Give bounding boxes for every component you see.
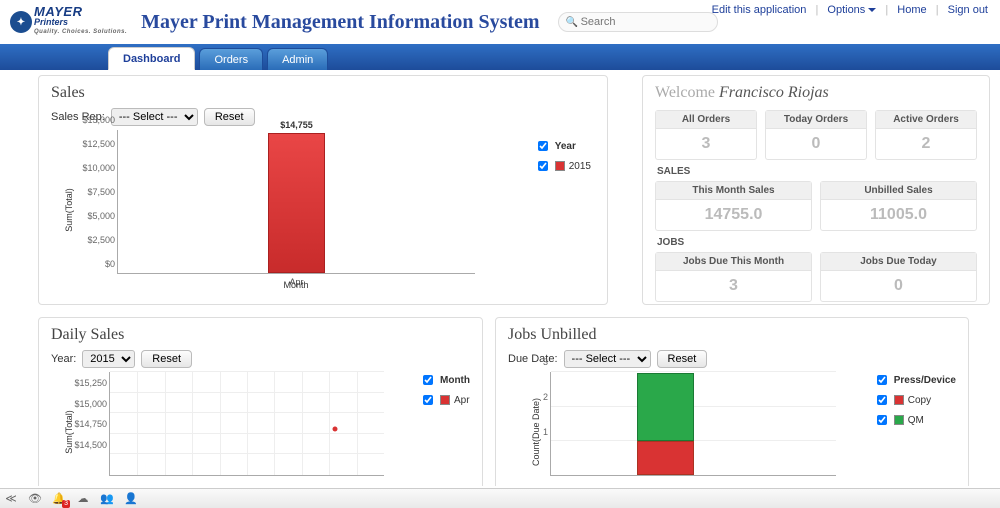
tab-admin[interactable]: Admin (267, 48, 328, 70)
page-header: ✦ MAYER Printers Quality. Choices. Solut… (10, 2, 990, 42)
year-label: Year: (51, 353, 76, 365)
sales-y-tick: $2,500 (87, 235, 115, 245)
legend-year-label: Year (555, 141, 576, 152)
tab-dashboard[interactable]: Dashboard (108, 47, 195, 70)
legend-swatch-icon (894, 395, 904, 405)
user-icon[interactable]: 👤 (124, 492, 138, 506)
sales-legend: Year 2015 (534, 138, 591, 178)
daily-y-tick: $14,500 (74, 440, 107, 450)
jobs-y-tick: 1 (543, 427, 548, 437)
due-date-select[interactable]: --- Select --- (564, 350, 651, 368)
stat-active-orders[interactable]: Active Orders2 (875, 110, 977, 160)
sales-y-tick: $7,500 (87, 187, 115, 197)
legend-2015-label: 2015 (569, 161, 591, 172)
legend-press-checkbox[interactable] (877, 375, 887, 385)
sales-chart: Sum(Total) $0 $2,500 $5,000 $7,500 $10,0… (51, 130, 595, 290)
jobs-chart: Count(Due Date) 1 2 3 Press/Device Copy … (508, 372, 956, 486)
legend-copy-checkbox[interactable] (877, 395, 887, 405)
year-select[interactable]: 2015 (82, 350, 135, 368)
legend-press-label: Press/Device (894, 375, 956, 386)
legend-month-label: Month (440, 375, 470, 386)
legend-month-checkbox[interactable] (423, 375, 433, 385)
daily-reset-button[interactable]: Reset (141, 350, 192, 368)
sales-x-axis-label: Month (117, 280, 475, 290)
jobs-unbilled-title: Jobs Unbilled (508, 326, 956, 344)
daily-y-tick: $14,750 (74, 419, 107, 429)
sales-y-tick: $15,000 (82, 115, 115, 125)
alerts-badge: 3 (62, 500, 70, 508)
app-title: Mayer Print Management Information Syste… (141, 11, 539, 34)
daily-y-tick: $15,250 (74, 378, 107, 388)
stat-all-orders[interactable]: All Orders3 (655, 110, 757, 160)
main-navbar: Dashboard Orders Admin (0, 44, 1000, 70)
logo-tagline: Quality. Choices. Solutions. (34, 27, 127, 37)
users-icon[interactable]: 👥 (100, 492, 114, 506)
sales-panel-title: Sales (51, 84, 595, 102)
sales-bar-label: $14,755 (268, 120, 325, 130)
jobs-y-tick: 3 (543, 357, 548, 367)
daily-chart: Sum(Total) $14,500 $14,750 $15,000 $15,2… (51, 372, 470, 486)
daily-legend: Month Apr (419, 372, 470, 412)
stat-unbilled-sales[interactable]: Unbilled Sales11005.0 (820, 181, 977, 231)
sales-bar-apr[interactable] (268, 133, 325, 273)
sales-panel: Sales Sales Rep: --- Select --- Reset Su… (38, 75, 608, 305)
stat-today-orders[interactable]: Today Orders0 (765, 110, 867, 160)
sales-y-tick: $0 (105, 259, 115, 269)
sales-rep-select[interactable]: --- Select --- (111, 108, 198, 126)
jobs-bar-qm[interactable] (637, 373, 694, 441)
jobs-bar-copy[interactable] (637, 441, 694, 475)
stat-month-sales[interactable]: This Month Sales14755.0 (655, 181, 812, 231)
logo: ✦ MAYER Printers Quality. Choices. Solut… (10, 7, 127, 37)
bottom-toolbar: ≪ 👁 🔔3 ☁ 👥 👤 (0, 488, 1000, 508)
daily-sales-panel: Daily Sales Year: 2015 Reset Sum(Total) … (38, 317, 483, 486)
legend-swatch-icon (440, 395, 450, 405)
sales-y-tick: $12,500 (82, 139, 115, 149)
sales-reset-button[interactable]: Reset (204, 108, 255, 126)
jobs-y-tick: 2 (543, 392, 548, 402)
cloud-icon[interactable]: ☁ (76, 492, 90, 506)
legend-apr-label: Apr (454, 395, 470, 406)
logo-name-top: MAYER (34, 7, 127, 17)
legend-year-checkbox[interactable] (538, 141, 548, 151)
stat-jobs-today[interactable]: Jobs Due Today0 (820, 252, 977, 302)
jobs-legend: Press/Device Copy QM (873, 372, 956, 432)
jobs-unbilled-panel: Jobs Unbilled Due Date: --- Select --- R… (495, 317, 969, 486)
due-date-label: Due Date: (508, 353, 558, 365)
tab-orders[interactable]: Orders (199, 48, 263, 70)
search-input[interactable] (558, 12, 718, 32)
daily-y-tick: $15,000 (74, 399, 107, 409)
legend-apr-checkbox[interactable] (423, 395, 433, 405)
sales-y-tick: $5,000 (87, 211, 115, 221)
legend-2015-checkbox[interactable] (538, 161, 548, 171)
welcome-panel: Welcome Francisco Riojas All Orders3 Tod… (642, 75, 990, 305)
welcome-jobs-heading: JOBS (657, 237, 977, 248)
stat-jobs-month[interactable]: Jobs Due This Month3 (655, 252, 812, 302)
welcome-sales-heading: SALES (657, 166, 977, 177)
legend-copy-label: Copy (908, 395, 931, 406)
legend-qm-label: QM (908, 415, 924, 426)
legend-swatch-icon (555, 161, 565, 171)
daily-data-point[interactable] (332, 426, 337, 431)
jobs-reset-button[interactable]: Reset (657, 350, 708, 368)
welcome-title: Welcome Francisco Riojas (655, 84, 977, 102)
eye-icon[interactable]: 👁 (28, 492, 42, 506)
sales-y-tick: $10,000 (82, 163, 115, 173)
alerts-icon[interactable]: 🔔3 (52, 492, 66, 506)
logo-emblem-icon: ✦ (10, 11, 32, 33)
daily-sales-title: Daily Sales (51, 326, 470, 344)
legend-swatch-icon (894, 415, 904, 425)
legend-qm-checkbox[interactable] (877, 415, 887, 425)
search-icon: 🔍 (566, 17, 578, 28)
collapse-icon[interactable]: ≪ (4, 492, 18, 506)
